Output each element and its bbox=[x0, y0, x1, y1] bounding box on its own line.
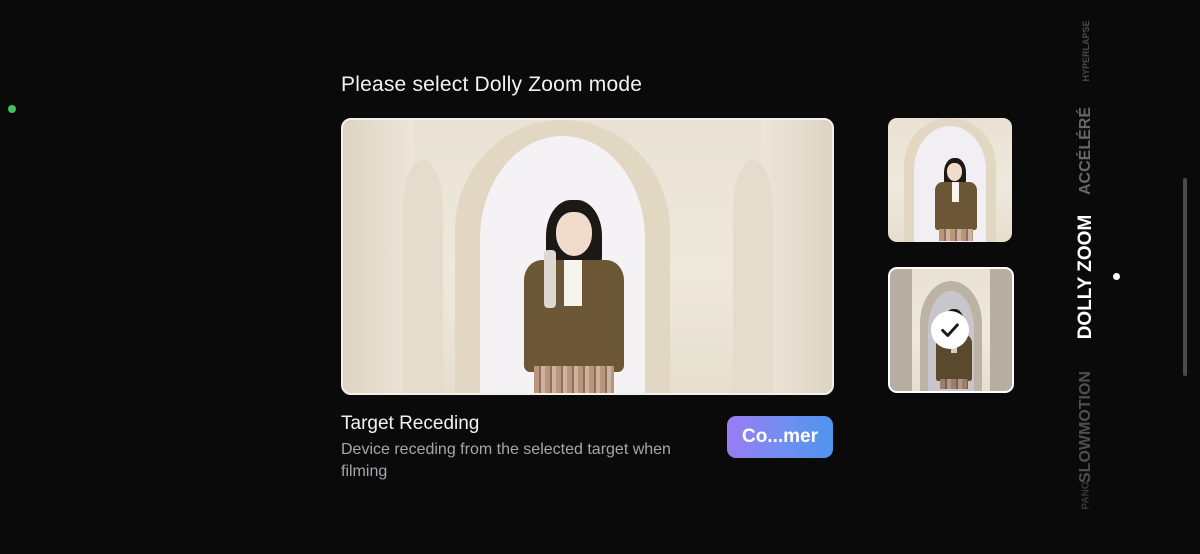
mode-item-hyperlapse[interactable]: HYPERLAPSE bbox=[1081, 11, 1091, 91]
dolly-mode-thumbnail-approaching[interactable] bbox=[888, 118, 1012, 242]
mode-item-pano[interactable]: PANO bbox=[1081, 476, 1092, 516]
mode-description: Device receding from the selected target… bbox=[341, 441, 671, 480]
mode-item-dolly-zoom[interactable]: DOLLY ZOOM bbox=[1075, 207, 1097, 347]
main-preview-image bbox=[341, 118, 834, 395]
active-mode-indicator bbox=[1113, 273, 1120, 280]
page-title: Please select Dolly Zoom mode bbox=[341, 73, 643, 96]
checkmark-icon bbox=[931, 311, 969, 349]
mode-item-accelere[interactable]: ACCÉLÉRÉ bbox=[1077, 103, 1095, 199]
mode-item-slowmotion[interactable]: SLOWMOTION bbox=[1077, 369, 1095, 485]
scrollbar[interactable] bbox=[1183, 178, 1187, 376]
status-indicator-dot bbox=[8, 105, 16, 113]
mode-selector-rail: HYPERLAPSE ACCÉLÉRÉ DOLLY ZOOM SLOWMOTIO… bbox=[1060, 21, 1112, 520]
mode-title: Target Receding bbox=[341, 413, 480, 434]
confirm-button[interactable]: Co...mer bbox=[727, 416, 833, 458]
